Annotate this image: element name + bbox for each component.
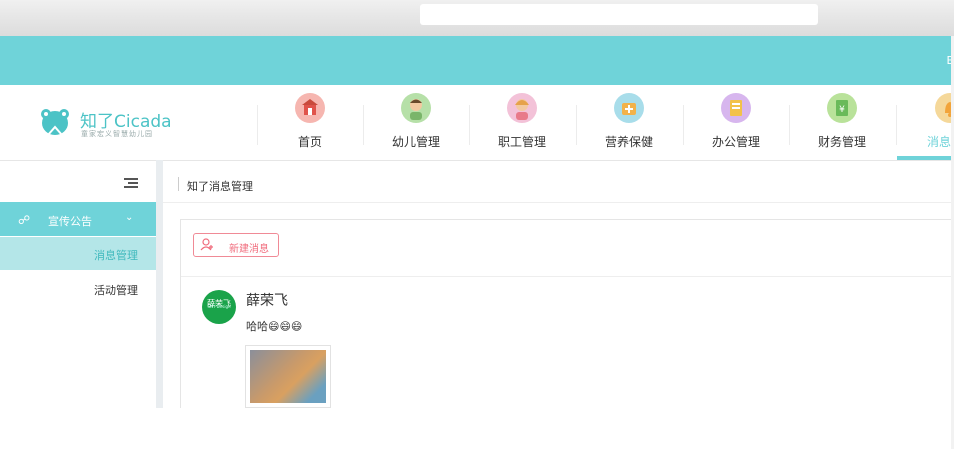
cicada-logo-icon xyxy=(41,109,69,136)
child-avatar-icon xyxy=(401,93,431,123)
logo[interactable]: 知了Cicada 童家宏义智慧幼儿园 xyxy=(38,107,178,141)
post-image[interactable] xyxy=(245,345,331,408)
notebook-icon xyxy=(721,93,751,123)
breadcrumb-divider xyxy=(178,177,179,191)
nav-item-children[interactable]: 幼儿管理 xyxy=(363,85,469,160)
sidebar-group-label: 宣传公告 xyxy=(48,215,92,228)
medical-kit-icon xyxy=(614,93,644,123)
page-bottom xyxy=(0,408,954,449)
svg-text:¥: ¥ xyxy=(839,105,845,115)
chevron-down-icon: ⌄ xyxy=(125,212,134,223)
breadcrumb: 知了消息管理 xyxy=(163,168,954,203)
panel-divider xyxy=(181,276,954,277)
sidebar-item-activity-management[interactable]: 活动管理 xyxy=(0,272,156,305)
nav-item-home[interactable]: 首页 xyxy=(257,85,363,160)
top-banner: B xyxy=(0,36,954,85)
post-author: 薛荣飞 xyxy=(246,293,288,309)
nav-item-finance[interactable]: ¥ 财务管理 xyxy=(789,85,895,160)
nav-item-office[interactable]: 办公管理 xyxy=(683,85,789,160)
sidebar-gutter xyxy=(156,160,163,408)
finance-ledger-icon: ¥ xyxy=(827,93,857,123)
logo-subtitle: 童家宏义智慧幼儿园 xyxy=(81,130,153,138)
sidebar-group-announcements[interactable]: ☍ 宣传公告 ⌄ xyxy=(0,202,156,236)
nav-label: 营养保健 xyxy=(604,135,653,149)
nav-item-messages[interactable]: 消息 xyxy=(897,85,954,160)
avatar-subtext: SNY Design xyxy=(207,304,231,309)
post-content: 哈哈😄😄😄 xyxy=(246,320,303,333)
nav-item-staff[interactable]: 职工管理 xyxy=(469,85,575,160)
home-building-icon xyxy=(295,93,325,123)
nav-label: 消息 xyxy=(927,135,952,149)
nav-label: 职工管理 xyxy=(497,135,546,149)
sidebar-item-label: 活动管理 xyxy=(94,284,138,297)
child-photo xyxy=(250,350,326,403)
megaphone-icon: ☍ xyxy=(18,213,31,227)
teacher-avatar-icon xyxy=(507,93,537,123)
add-user-icon xyxy=(200,237,214,254)
nav-label: 财务管理 xyxy=(817,135,866,149)
address-bar[interactable] xyxy=(420,4,818,25)
browser-chrome xyxy=(0,0,954,36)
sidebar-item-message-management[interactable]: 消息管理 xyxy=(0,237,156,270)
new-message-button[interactable]: 新建消息 xyxy=(193,233,279,257)
nav-label: 幼儿管理 xyxy=(391,135,440,149)
page-title: 知了消息管理 xyxy=(187,180,253,193)
sidebar-item-label: 消息管理 xyxy=(94,249,138,262)
nav-label: 办公管理 xyxy=(711,135,760,149)
nav-label: 首页 xyxy=(297,135,322,149)
collapse-menu-icon[interactable] xyxy=(124,178,138,188)
new-message-label: 新建消息 xyxy=(229,244,269,255)
avatar[interactable]: 薛荣飞 SNY Design xyxy=(202,290,236,324)
nav-item-nutrition[interactable]: 营养保健 xyxy=(576,85,682,160)
main-nav: 知了Cicada 童家宏义智慧幼儿园 首页 幼儿管理 职工管理 营养保健 办公管… xyxy=(0,85,954,161)
